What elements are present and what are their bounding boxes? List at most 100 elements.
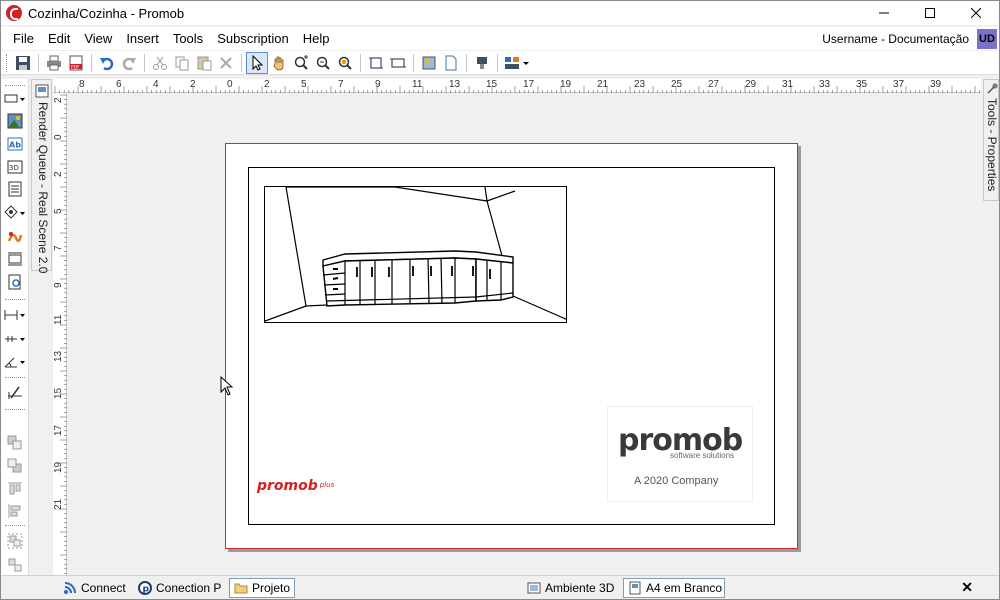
promob-plus-brand[interactable]: promob plus [257,478,334,494]
palette-separator [5,299,25,300]
signature-tool-button[interactable] [4,227,26,247]
ambient-3d-icon [527,581,541,595]
user-avatar[interactable]: UD [977,28,997,49]
minimize-button[interactable] [861,1,907,25]
ruler-label: 15 [53,387,64,399]
tab-a4-em-branco-label: A4 em Branco [646,581,723,595]
close-tab-icon[interactable]: ✕ [961,579,973,596]
promob-app-icon[interactable] [6,5,22,21]
zoom-tool-button[interactable] [290,52,312,74]
bottom-tab-bar: Connect p Conection P Projeto Ambiente 3… [1,575,999,599]
align-top-button[interactable] [4,479,26,499]
ruler-label: 33 [819,79,831,90]
export-pdf-button[interactable]: PDF [65,52,87,74]
measure-tool-button[interactable] [4,382,26,402]
promob-logo-box[interactable]: promob software solutions A 2020 Company [607,406,753,502]
paste-button[interactable] [193,52,215,74]
tools-properties-dock-tab[interactable]: Tools - Properties [983,79,999,201]
rectangle-tool-button[interactable] [4,89,26,109]
align-left-button[interactable] [4,501,26,521]
menu-help[interactable]: Help [296,27,337,50]
delete-button[interactable] [215,52,237,74]
tab-ambiente-3d[interactable]: Ambiente 3D [523,578,618,598]
page-frame[interactable]: promob software solutions A 2020 Company… [248,167,775,525]
rectangle-icon [4,94,25,103]
kitchen-3d-viewport[interactable] [264,186,567,323]
picture-icon [7,113,23,129]
menu-view[interactable]: View [77,27,119,50]
maximize-button[interactable] [907,1,953,25]
tab-conection-p[interactable]: p Conection P [134,578,225,598]
menu-edit[interactable]: Edit [41,27,77,50]
sheet-icon [628,581,642,595]
send-back-button[interactable] [4,456,26,476]
ruler-label: 2 [53,97,64,103]
frame-tool-button[interactable] [365,52,387,74]
menu-subscription[interactable]: Subscription [210,27,296,50]
close-button[interactable] [953,1,999,25]
horizontal-ruler: 8 6 4 2 0 2 5 7 9 11 13 15 17 19 21 23 25 27 29 31 33 35 37 39 [53,79,981,93]
view-3d-tool-button[interactable]: 3D [4,157,26,177]
maximize-icon [925,8,935,18]
zoom-fit-button[interactable] [334,52,356,74]
list-tool-button[interactable] [4,179,26,199]
copy-button[interactable] [171,52,193,74]
username-label[interactable]: Username - Documentação [822,32,969,46]
toolbar-grip[interactable] [6,53,9,72]
ruler-label: 19 [53,461,64,473]
print-button[interactable] [43,52,65,74]
render-queue-icon [35,84,49,98]
a4-page[interactable]: promob software solutions A 2020 Company… [225,143,798,549]
ruler-label: 17 [523,79,535,90]
menu-tools[interactable]: Tools [166,27,210,50]
tab-connect[interactable]: Connect [59,578,130,598]
horizontal-dimension-button[interactable] [4,305,26,325]
promob-plus-brand-name: promob [257,478,318,494]
bring-front-button[interactable] [4,433,26,453]
cut-button[interactable] [149,52,171,74]
frame-all-button[interactable] [387,52,409,74]
promob-plus-brand-sup: plus [319,481,335,489]
render-queue-dock-tab[interactable]: Render Queue - Real Scene 2.0 [31,79,52,273]
menu-file[interactable]: File [1,27,41,50]
pan-tool-button[interactable] [268,52,290,74]
angle-dimension-button[interactable] [4,352,26,372]
save-button[interactable] [12,52,34,74]
app-window: Cozinha/Cozinha - Promob File Edit View … [0,0,1000,600]
tab-projeto[interactable]: Projeto [229,578,295,598]
insert-image-button[interactable] [418,52,440,74]
zoom-icon [294,54,308,70]
zoom-fit-icon [338,56,352,70]
mouse-cursor-icon [220,376,234,396]
svg-text:p: p [143,585,150,595]
chain-dimension-button[interactable] [4,329,26,349]
tab-a4-em-branco[interactable]: A4 em Branco [623,578,725,598]
ungroup-button[interactable] [4,555,26,575]
ruler-label: 21 [597,79,609,90]
ruler-label: 27 [708,79,720,90]
picture-tool-button[interactable] [4,111,26,131]
find-tool-button[interactable] [4,272,26,292]
shape-tool-button[interactable] [4,203,26,223]
ruler-label: 8 [79,79,85,90]
redo-button[interactable] [118,52,140,74]
signature-icon [7,232,23,243]
dimension-frame-button[interactable] [4,249,26,269]
ruler-label: 2 [190,79,196,90]
undo-button[interactable] [96,52,118,74]
close-icon [971,8,981,18]
text-tool-button[interactable]: Ab [4,134,26,154]
new-page-button[interactable] [440,52,462,74]
zoom-out-button[interactable] [312,52,334,74]
group-button[interactable] [4,531,26,551]
ungroup-icon [8,558,22,572]
layout-canvas[interactable]: promob software solutions A 2020 Company… [68,94,981,575]
layout-dropdown-button[interactable] [502,52,532,74]
menu-insert[interactable]: Insert [119,27,166,50]
select-tool-button[interactable] [246,51,268,74]
printer-icon [47,55,61,70]
save-icon [16,55,30,70]
render-button[interactable] [471,52,493,74]
user-area: Username - Documentação UD [822,27,997,50]
right-dock: Tools - Properties [981,79,999,577]
